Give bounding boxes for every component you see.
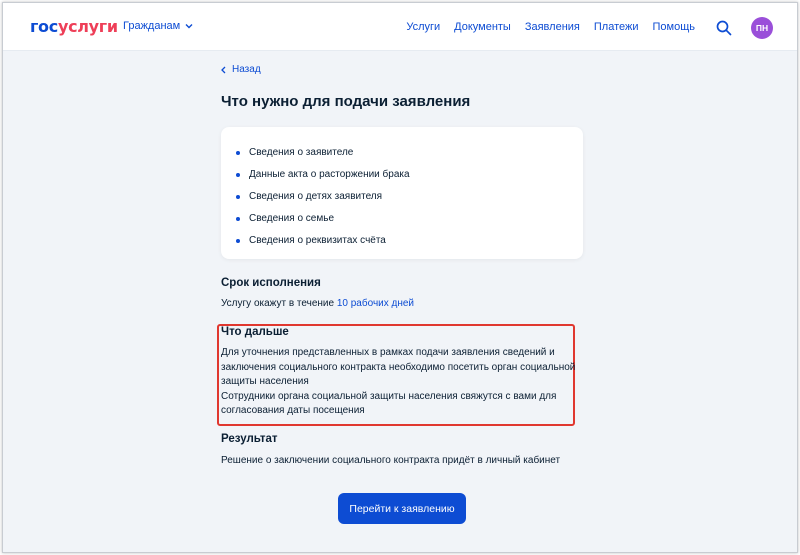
list-item: Сведения о заявителе (235, 142, 410, 164)
nav-item-documents[interactable]: Документы (454, 21, 511, 33)
go-to-application-button[interactable]: Перейти к заявлению (338, 493, 466, 524)
list-item: Сведения о реквизитах счёта (235, 230, 410, 252)
next-steps-line: Для уточнения представленных в рамках по… (221, 347, 555, 358)
chevron-down-icon (185, 24, 193, 29)
next-steps-line: согласования даты посещения (221, 405, 365, 416)
requirements-list: Сведения о заявителе Данные акта о расто… (235, 142, 410, 252)
requirements-card: Сведения о заявителе Данные акта о расто… (221, 127, 583, 259)
list-item: Сведения о детях заявителя (235, 186, 410, 208)
chevron-left-icon (221, 66, 226, 73)
nav-item-services[interactable]: Услуги (406, 21, 440, 33)
list-item: Сведения о семье (235, 208, 410, 230)
next-steps-line: Сотрудники органа социальной защиты насе… (221, 390, 557, 402)
deadline-text: Услугу окажут в течение 10 рабочих дней (221, 297, 414, 312)
gosuslugi-logo[interactable]: госуслуги (30, 17, 118, 36)
page-title: Что нужно для подачи заявления (221, 93, 471, 110)
logo-part-gos: гос (30, 17, 58, 36)
deadline-heading: Срок исполнения (221, 277, 321, 289)
user-avatar[interactable]: ПН (751, 17, 773, 39)
top-header: госуслуги Гражданам Услуги Документы Зая… (3, 3, 797, 51)
next-steps-line: защиты населения (221, 376, 309, 387)
next-steps-heading: Что дальше (221, 326, 289, 338)
deadline-days: 10 рабочих дней (336, 298, 415, 309)
deadline-text-prefix: Услугу окажут в течение (221, 298, 335, 309)
back-link[interactable]: Назад (221, 64, 261, 75)
nav-item-applications[interactable]: Заявления (525, 21, 580, 33)
citizens-menu[interactable]: Гражданам (123, 20, 193, 32)
search-icon[interactable] (716, 20, 732, 36)
browser-frame: госуслуги Гражданам Услуги Документы Зая… (2, 2, 798, 553)
next-steps-line: заключения социального контракта необход… (221, 361, 576, 373)
nav-item-help[interactable]: Помощь (653, 21, 696, 33)
logo-part-uslugi: услуги (57, 17, 118, 36)
back-link-label: Назад (232, 64, 261, 75)
list-item: Данные акта о расторжении брака (235, 164, 410, 186)
nav-item-payments[interactable]: Платежи (594, 21, 639, 33)
result-heading: Результат (221, 433, 278, 445)
next-steps-text: Для уточнения представленных в рамках по… (221, 346, 575, 419)
citizens-menu-label: Гражданам (123, 20, 181, 32)
main-nav: Услуги Документы Заявления Платежи Помощ… (406, 21, 695, 33)
result-text: Решение о заключении социального контрак… (221, 455, 561, 466)
